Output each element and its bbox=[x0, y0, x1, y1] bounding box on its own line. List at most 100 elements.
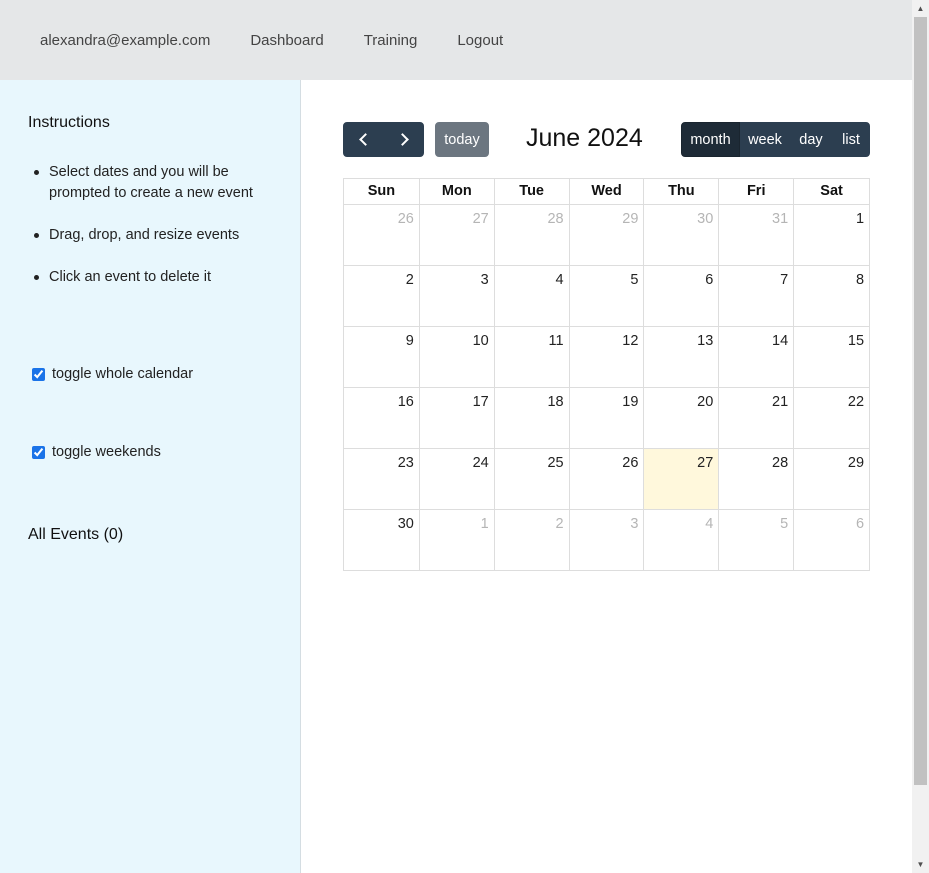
day-number[interactable]: 30 bbox=[697, 211, 713, 227]
day-cell[interactable]: 26 bbox=[570, 449, 645, 509]
prev-month-button[interactable] bbox=[343, 122, 384, 157]
page-scrollbar[interactable]: ▲ ▼ bbox=[912, 0, 929, 873]
day-number[interactable]: 14 bbox=[772, 333, 788, 349]
day-cell[interactable]: 6 bbox=[644, 266, 720, 326]
day-number[interactable]: 16 bbox=[398, 394, 414, 410]
day-cell[interactable]: 5 bbox=[570, 266, 645, 326]
day-number[interactable]: 2 bbox=[406, 272, 414, 288]
day-number[interactable]: 6 bbox=[705, 272, 713, 288]
day-number[interactable]: 4 bbox=[556, 272, 564, 288]
day-number[interactable]: 7 bbox=[780, 272, 788, 288]
day-cell[interactable]: 15 bbox=[794, 327, 869, 387]
day-cell[interactable]: 25 bbox=[495, 449, 570, 509]
day-number[interactable]: 3 bbox=[630, 516, 638, 532]
day-cell[interactable]: 17 bbox=[420, 388, 495, 448]
day-cell[interactable]: 4 bbox=[495, 266, 570, 326]
day-cell[interactable]: 12 bbox=[570, 327, 645, 387]
toggle-weekends-checkbox[interactable] bbox=[32, 445, 45, 459]
day-cell[interactable]: 2 bbox=[495, 510, 570, 570]
nav-logout[interactable]: Logout bbox=[457, 32, 503, 49]
scroll-down-icon[interactable]: ▼ bbox=[912, 856, 929, 873]
day-number[interactable]: 25 bbox=[547, 455, 563, 471]
view-day-button[interactable]: day bbox=[790, 122, 832, 157]
user-email-link[interactable]: alexandra@example.com bbox=[40, 32, 210, 49]
day-number[interactable]: 3 bbox=[481, 272, 489, 288]
toggle-calendar-row[interactable]: toggle whole calendar bbox=[32, 366, 193, 382]
day-number[interactable]: 19 bbox=[622, 394, 638, 410]
nav-dashboard[interactable]: Dashboard bbox=[250, 32, 323, 49]
day-number[interactable]: 29 bbox=[848, 455, 864, 471]
day-cell[interactable]: 24 bbox=[420, 449, 495, 509]
day-cell[interactable]: 2 bbox=[344, 266, 420, 326]
day-cell[interactable]: 8 bbox=[794, 266, 869, 326]
day-number[interactable]: 2 bbox=[556, 516, 564, 532]
toggle-weekends-row[interactable]: toggle weekends bbox=[32, 444, 161, 460]
view-list-button[interactable]: list bbox=[832, 122, 870, 157]
toggle-calendar-checkbox[interactable] bbox=[32, 367, 45, 381]
day-cell[interactable]: 1 bbox=[794, 205, 869, 265]
day-number[interactable]: 1 bbox=[481, 516, 489, 532]
day-cell[interactable]: 18 bbox=[495, 388, 570, 448]
day-number[interactable]: 27 bbox=[473, 211, 489, 227]
day-cell[interactable]: 4 bbox=[644, 510, 720, 570]
day-cell[interactable]: 16 bbox=[344, 388, 420, 448]
day-number[interactable]: 9 bbox=[406, 333, 414, 349]
day-cell[interactable]: 11 bbox=[495, 327, 570, 387]
day-number[interactable]: 26 bbox=[398, 211, 414, 227]
day-number[interactable]: 13 bbox=[697, 333, 713, 349]
day-cell[interactable]: 30 bbox=[644, 205, 720, 265]
today-button[interactable]: today bbox=[435, 122, 489, 157]
day-cell[interactable]: 20 bbox=[644, 388, 720, 448]
day-number[interactable]: 17 bbox=[473, 394, 489, 410]
scrollbar-thumb[interactable] bbox=[914, 17, 927, 785]
day-cell[interactable]: 27 bbox=[420, 205, 495, 265]
day-number[interactable]: 18 bbox=[547, 394, 563, 410]
day-cell[interactable]: 29 bbox=[794, 449, 869, 509]
day-cell[interactable]: 26 bbox=[344, 205, 420, 265]
day-number[interactable]: 24 bbox=[473, 455, 489, 471]
day-cell[interactable]: 1 bbox=[420, 510, 495, 570]
day-number[interactable]: 28 bbox=[547, 211, 563, 227]
day-number[interactable]: 12 bbox=[622, 333, 638, 349]
day-number[interactable]: 6 bbox=[856, 516, 864, 532]
nav-training[interactable]: Training bbox=[364, 32, 418, 49]
day-cell[interactable]: 31 bbox=[719, 205, 795, 265]
day-cell[interactable]: 29 bbox=[570, 205, 645, 265]
day-cell[interactable]: 6 bbox=[794, 510, 869, 570]
day-cell[interactable]: 3 bbox=[420, 266, 495, 326]
day-cell[interactable]: 21 bbox=[719, 388, 795, 448]
day-cell[interactable]: 10 bbox=[420, 327, 495, 387]
day-cell[interactable]: 13 bbox=[644, 327, 720, 387]
day-cell[interactable]: 14 bbox=[719, 327, 795, 387]
day-cell[interactable]: 30 bbox=[344, 510, 420, 570]
day-number[interactable]: 27 bbox=[697, 455, 713, 471]
day-number[interactable]: 11 bbox=[549, 333, 564, 349]
day-cell[interactable]: 28 bbox=[719, 449, 795, 509]
day-number[interactable]: 23 bbox=[398, 455, 414, 471]
day-cell[interactable]: 28 bbox=[495, 205, 570, 265]
day-number[interactable]: 10 bbox=[473, 333, 489, 349]
day-number[interactable]: 31 bbox=[772, 211, 788, 227]
day-number[interactable]: 28 bbox=[772, 455, 788, 471]
day-number[interactable]: 21 bbox=[772, 394, 788, 410]
day-number[interactable]: 15 bbox=[848, 333, 864, 349]
day-number[interactable]: 4 bbox=[705, 516, 713, 532]
day-cell[interactable]: 27 bbox=[644, 449, 720, 509]
day-number[interactable]: 26 bbox=[622, 455, 638, 471]
view-month-button[interactable]: month bbox=[681, 122, 740, 157]
day-number[interactable]: 30 bbox=[398, 516, 414, 532]
day-number[interactable]: 22 bbox=[848, 394, 864, 410]
day-cell[interactable]: 3 bbox=[570, 510, 645, 570]
day-number[interactable]: 20 bbox=[697, 394, 713, 410]
day-cell[interactable]: 5 bbox=[719, 510, 795, 570]
day-cell[interactable]: 22 bbox=[794, 388, 869, 448]
day-cell[interactable]: 23 bbox=[344, 449, 420, 509]
next-month-button[interactable] bbox=[384, 122, 424, 157]
day-cell[interactable]: 19 bbox=[570, 388, 645, 448]
scroll-up-icon[interactable]: ▲ bbox=[912, 0, 929, 17]
day-number[interactable]: 5 bbox=[780, 516, 788, 532]
day-cell[interactable]: 7 bbox=[719, 266, 795, 326]
day-number[interactable]: 5 bbox=[630, 272, 638, 288]
day-number[interactable]: 29 bbox=[622, 211, 638, 227]
day-number[interactable]: 1 bbox=[856, 211, 864, 227]
